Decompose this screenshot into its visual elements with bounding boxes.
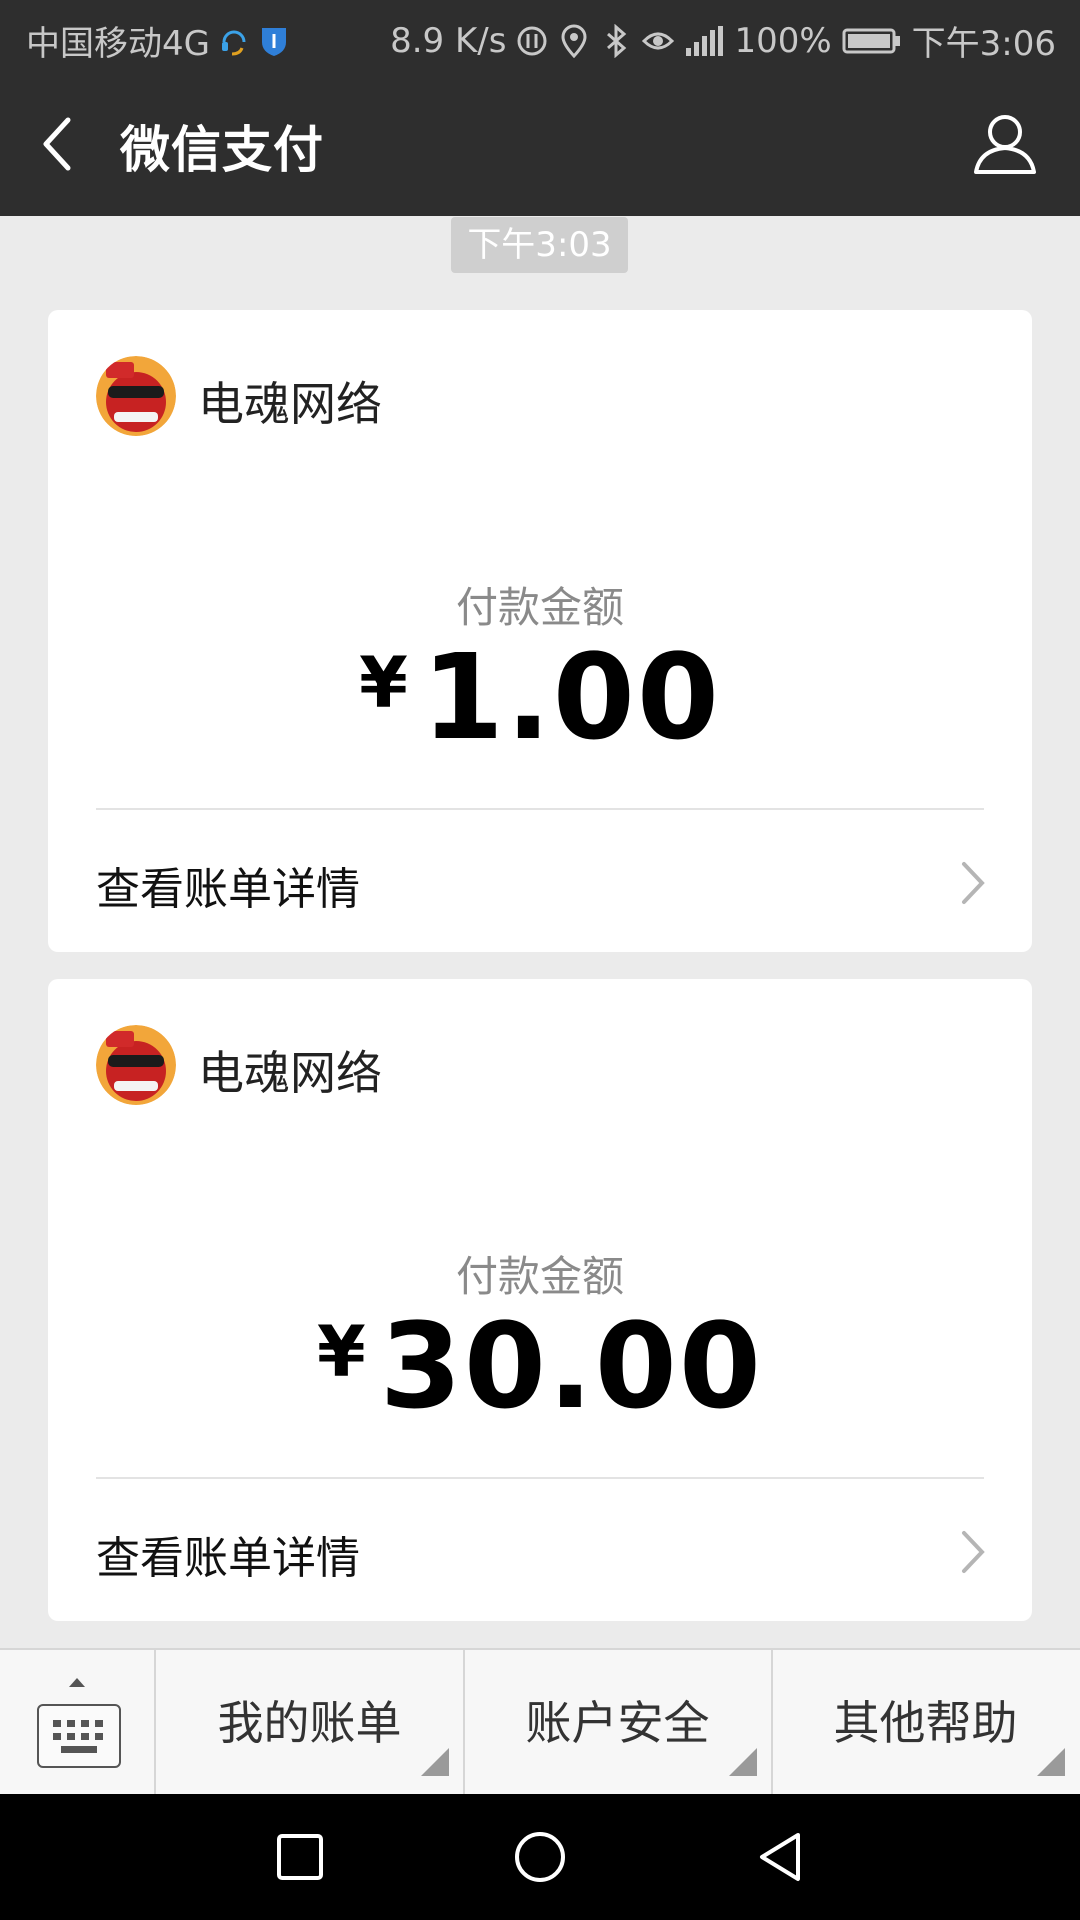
message-timestamp: 下午3:03	[451, 217, 628, 273]
view-bill-details-link[interactable]: 查看账单详情	[96, 1522, 360, 1586]
merchant-name: 电魂网络	[198, 377, 382, 431]
submenu-triangle-icon	[421, 1748, 449, 1776]
signal-icon	[686, 25, 724, 56]
menu-my-bills[interactable]: 我的账单	[156, 1650, 465, 1796]
profile-icon[interactable]	[970, 108, 1040, 178]
submenu-triangle-icon	[729, 1748, 757, 1776]
payment-amount: ¥30.00	[48, 1297, 1032, 1435]
status-right: 8.9 K/s 100% 下午3:06	[390, 16, 1056, 65]
payment-card[interactable]: 电魂网络 付款金额 ¥30.00 查看账单详情	[48, 979, 1032, 1621]
merchant-avatar	[96, 1025, 176, 1105]
chevron-right-icon	[962, 1531, 985, 1573]
eye-icon	[642, 32, 675, 49]
menu-label: 我的账单	[217, 1696, 402, 1750]
divider	[96, 1477, 984, 1479]
bottom-menu: 我的账单 账户安全 其他帮助	[0, 1648, 1080, 1796]
merchant-name: 电魂网络	[198, 1046, 382, 1100]
amount-label: 付款金额	[455, 1252, 624, 1301]
merchant-logo-icon	[96, 1025, 176, 1105]
keyboard-toggle-button[interactable]	[0, 1650, 156, 1796]
view-bill-details-link[interactable]: 查看账单详情	[96, 853, 360, 917]
location-icon	[561, 24, 587, 58]
back-triangle-icon[interactable]	[750, 1827, 810, 1887]
caret-up-icon	[69, 1678, 85, 1687]
menu-account-security[interactable]: 账户安全	[464, 1650, 773, 1796]
status-bar: 中国移动4G 8.9 K/s 100% 下午3:06	[0, 0, 1080, 74]
amount-value: 1.00	[421, 628, 721, 766]
app-header: 微信支付	[0, 74, 1080, 216]
currency-symbol: ¥	[317, 1311, 366, 1393]
merchant-avatar	[96, 356, 176, 436]
shield-icon	[261, 27, 286, 56]
amount-label: 付款金额	[455, 583, 624, 632]
system-nav-bar	[0, 1794, 1080, 1920]
battery-icon	[842, 28, 900, 53]
payment-amount: ¥1.00	[48, 628, 1032, 766]
menu-other-help[interactable]: 其他帮助	[772, 1650, 1079, 1796]
network-speed: 8.9 K/s	[390, 20, 507, 61]
menu-label: 账户安全	[525, 1696, 710, 1750]
payment-card[interactable]: 电魂网络 付款金额 ¥1.00 查看账单详情	[48, 310, 1032, 952]
divider	[96, 808, 984, 810]
submenu-triangle-icon	[1037, 1748, 1065, 1776]
back-arrow-icon[interactable]	[36, 114, 86, 174]
menu-label: 其他帮助	[833, 1696, 1018, 1750]
page-title: 微信支付	[120, 121, 324, 179]
amount-value: 30.00	[379, 1297, 763, 1435]
currency-symbol: ¥	[359, 642, 408, 724]
headset-icon	[221, 30, 246, 55]
keyboard-icon	[37, 1704, 121, 1768]
recents-square-icon[interactable]	[270, 1827, 330, 1887]
chevron-right-icon	[962, 862, 985, 904]
carrier-label: 中国移动4G	[26, 24, 210, 64]
clock: 下午3:06	[911, 24, 1056, 64]
battery-percent: 100%	[734, 20, 832, 61]
home-circle-icon[interactable]	[510, 1827, 570, 1887]
data-saver-icon	[517, 26, 547, 55]
bluetooth-icon	[607, 23, 627, 58]
merchant-logo-icon	[96, 356, 176, 436]
status-left: 中国移动4G	[26, 16, 290, 65]
